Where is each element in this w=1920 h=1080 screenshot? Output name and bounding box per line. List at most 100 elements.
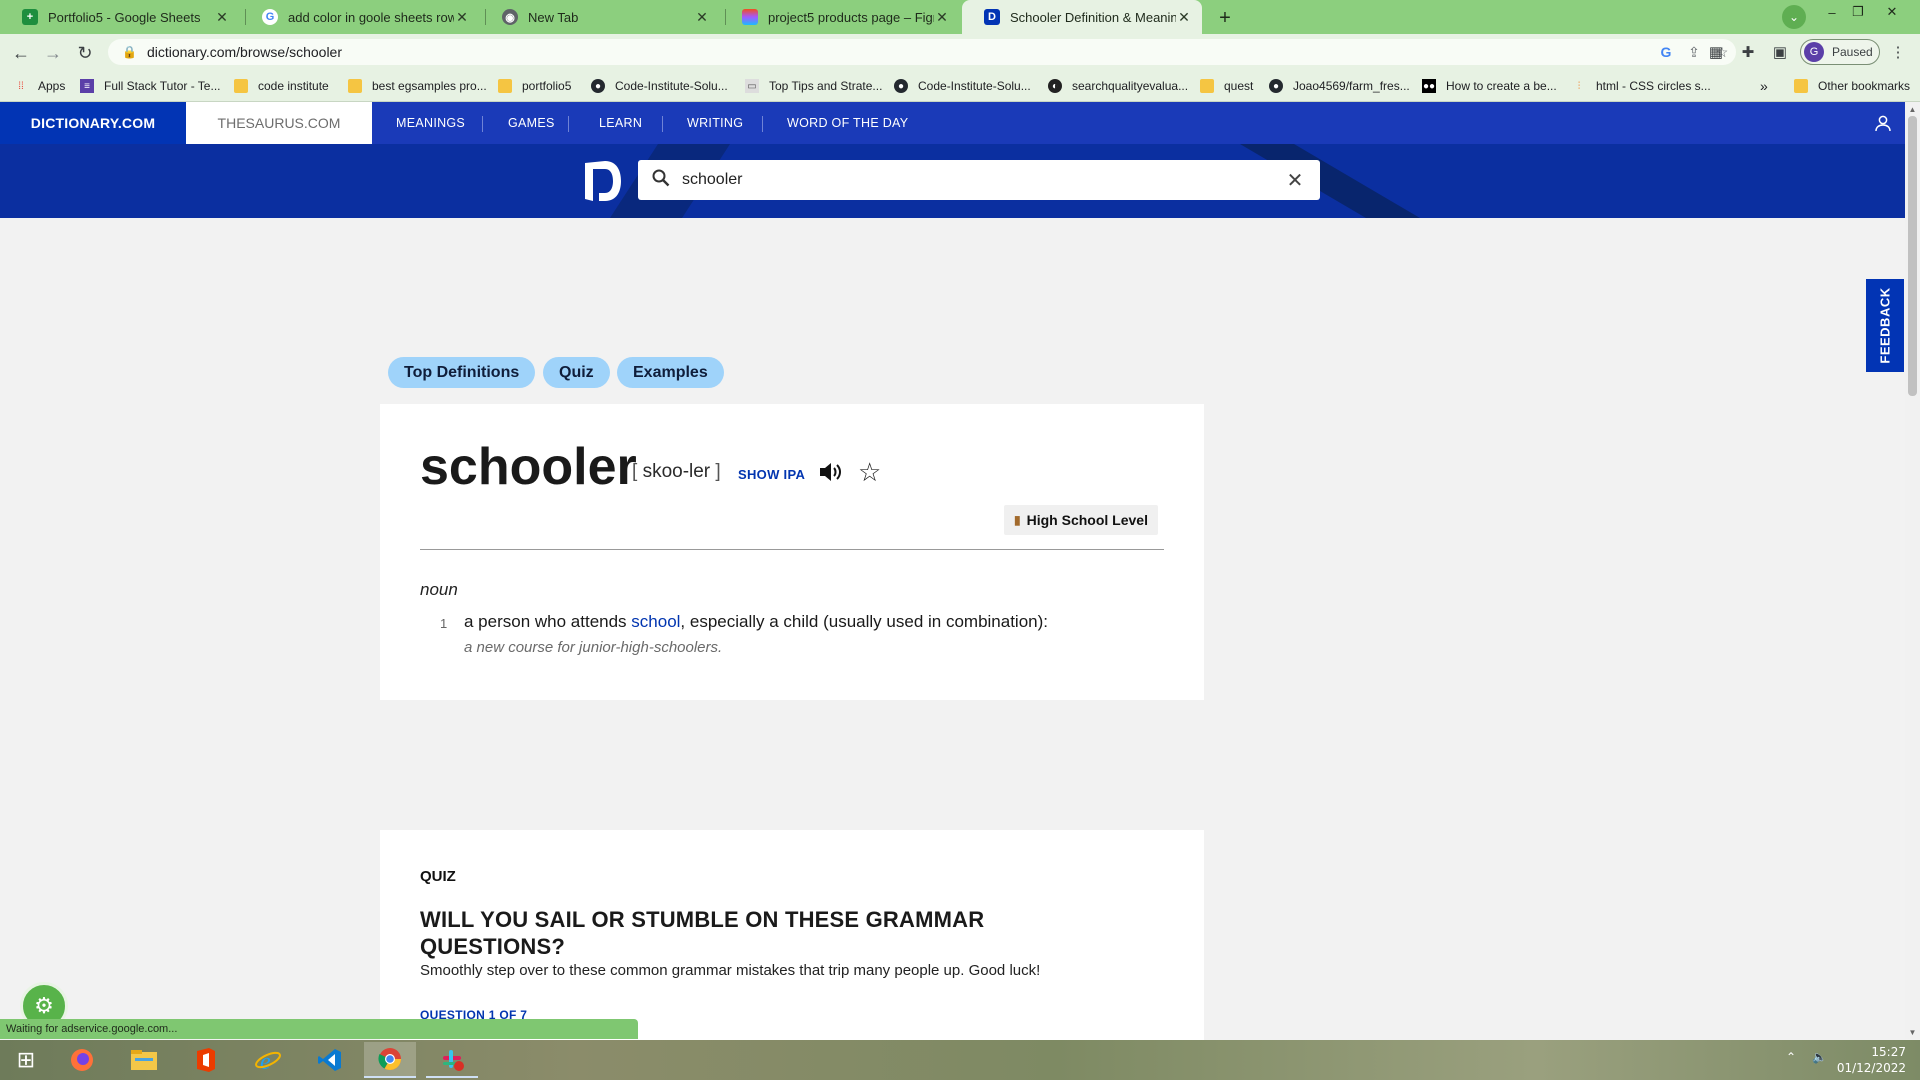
office-icon[interactable]: [180, 1042, 232, 1078]
speaker-audio-icon[interactable]: [818, 460, 844, 490]
tab-close-icon[interactable]: ✕: [934, 9, 950, 26]
file-explorer-icon[interactable]: [118, 1042, 170, 1078]
pill-examples[interactable]: Examples: [617, 357, 724, 388]
clock-time: 15:27: [1871, 1045, 1906, 1059]
puzzle-extensions-icon[interactable]: ✚: [1738, 42, 1758, 62]
volume-icon[interactable]: 🔈: [1812, 1050, 1827, 1064]
apps-grid-icon: ⁞⁞: [18, 80, 24, 92]
share-icon[interactable]: ⇪: [1680, 44, 1708, 61]
tab-new-tab[interactable]: ◉ New Tab ✕: [480, 0, 720, 34]
google-lens-icon[interactable]: G: [1652, 44, 1680, 60]
bookmark-code-institute-solu-1[interactable]: ● Code-Institute-Solu...: [591, 70, 728, 102]
bookmark-how-to-create[interactable]: ●● How to create a be...: [1422, 70, 1557, 102]
tab-google-search[interactable]: G add color in goole sheets row - G ✕: [240, 0, 480, 34]
profile-button[interactable]: G Paused: [1800, 39, 1880, 65]
menu-kebab-icon[interactable]: ⋮: [1888, 42, 1908, 62]
scrollbar-thumb[interactable]: [1908, 116, 1917, 396]
tab-close-icon[interactable]: ✕: [214, 9, 230, 26]
page-scrollbar[interactable]: ▲ ▼: [1905, 102, 1920, 1039]
tab-search-icon[interactable]: ⌄: [1782, 5, 1806, 29]
bookmark-quest[interactable]: quest: [1200, 70, 1253, 102]
bookmark-farm-fresh[interactable]: ● Joao4569/farm_fres...: [1269, 70, 1410, 102]
more-bookmarks-chevron-icon[interactable]: »: [1760, 70, 1768, 102]
dictionary-logo-link[interactable]: DICTIONARY.COM: [0, 102, 186, 144]
extension-icon[interactable]: ▦: [1706, 42, 1726, 62]
pill-top-definitions[interactable]: Top Definitions: [388, 357, 536, 388]
bookmark-portfolio5[interactable]: portfolio5: [498, 70, 571, 102]
clear-search-icon[interactable]: ✕: [1284, 168, 1306, 193]
bookmark-label: Code-Institute-Solu...: [918, 79, 1031, 93]
tab-title: Portfolio5 - Google Sheets: [48, 9, 201, 25]
chrome-taskbar-icon[interactable]: [364, 1042, 416, 1078]
thesaurus-link[interactable]: THESAURUS.COM: [186, 102, 372, 144]
bookmark-code-institute-solu-2[interactable]: ● Code-Institute-Solu...: [894, 70, 1031, 102]
tray-chevron-icon[interactable]: ⌃: [1786, 1050, 1796, 1064]
bookmark-label: How to create a be...: [1446, 79, 1557, 93]
bookmark-css-circles[interactable]: ⫶ html - CSS circles s...: [1572, 70, 1711, 102]
search-input[interactable]: [682, 171, 1284, 189]
slack-icon[interactable]: [426, 1042, 478, 1078]
browser-toolbar: ← → ↻ 🔒 dictionary.com/browse/schooler G…: [0, 34, 1920, 70]
close-window-icon[interactable]: ✕: [1878, 2, 1906, 22]
folder-icon: [348, 79, 362, 93]
user-account-icon[interactable]: [1873, 113, 1893, 133]
stackoverflow-icon: ⫶: [1577, 80, 1581, 92]
firefox-icon[interactable]: [56, 1042, 108, 1078]
bookmark-label: Other bookmarks: [1818, 79, 1911, 93]
search-bar[interactable]: ✕: [638, 160, 1320, 200]
nav-divider: [662, 116, 663, 132]
scroll-down-arrow-icon[interactable]: ▼: [1905, 1025, 1920, 1039]
forward-arrow-icon[interactable]: →: [40, 40, 66, 66]
bookmark-apps[interactable]: ⁞⁞ Apps: [14, 70, 65, 102]
windows-start-icon[interactable]: ⊞: [0, 1042, 52, 1078]
scroll-up-arrow-icon[interactable]: ▲: [1905, 102, 1920, 116]
bookmark-full-stack-tutor[interactable]: ≡ Full Stack Tutor - Te...: [80, 70, 220, 102]
folder-icon: [234, 79, 248, 93]
tab-portfolio5-sheets[interactable]: + Portfolio5 - Google Sheets ✕: [0, 0, 240, 34]
bookmark-searchquality[interactable]: ◐ searchqualityevalua...: [1048, 70, 1188, 102]
definition-text-start: a person who attends: [464, 612, 632, 631]
tab-figma[interactable]: project5 products page – Figma ✕: [720, 0, 960, 34]
bookmark-best-egsamples[interactable]: best egsamples pro...: [348, 70, 487, 102]
search-icon[interactable]: [652, 169, 670, 192]
favorite-star-icon[interactable]: ☆: [858, 457, 881, 488]
url-text[interactable]: dictionary.com/browse/schooler: [147, 44, 1652, 60]
restore-icon[interactable]: ❐: [1844, 2, 1872, 22]
level-label: High School Level: [1026, 512, 1148, 528]
svg-text:e: e: [260, 1049, 271, 1073]
school-link[interactable]: school: [631, 612, 680, 631]
feedback-tab[interactable]: FEEDBACK: [1866, 279, 1904, 372]
divider: [420, 549, 1164, 550]
nav-learn[interactable]: LEARN: [599, 102, 642, 144]
github-icon: ●: [1269, 79, 1283, 93]
nav-writing[interactable]: WRITING: [687, 102, 743, 144]
back-arrow-icon[interactable]: ←: [8, 40, 34, 66]
tab-close-icon[interactable]: ✕: [454, 9, 470, 26]
internet-explorer-icon[interactable]: e: [242, 1042, 294, 1078]
new-tab-button[interactable]: +: [1212, 5, 1238, 31]
nav-meanings[interactable]: MEANINGS: [396, 102, 465, 144]
reload-icon[interactable]: ↻: [72, 40, 98, 66]
tab-close-icon[interactable]: ✕: [1176, 9, 1192, 26]
vscode-icon[interactable]: [304, 1042, 356, 1078]
pill-quiz[interactable]: Quiz: [543, 357, 610, 388]
bookmark-code-institute[interactable]: code institute: [234, 70, 329, 102]
minimize-icon[interactable]: –: [1818, 2, 1846, 22]
nav-word-of-the-day[interactable]: WORD OF THE DAY: [787, 102, 908, 144]
difficulty-level-badge: ▮ High School Level: [1004, 505, 1158, 535]
clock-date: 01/12/2022: [1836, 1061, 1906, 1075]
tab-dictionary-active[interactable]: D Schooler Definition & Meaning | ✕: [962, 0, 1202, 34]
lock-icon[interactable]: 🔒: [122, 45, 137, 59]
dictionary-d-logo-icon[interactable]: [583, 159, 623, 203]
quiz-eyebrow: QUIZ: [420, 868, 456, 885]
side-panel-icon[interactable]: ▣: [1770, 42, 1790, 62]
nav-games[interactable]: GAMES: [508, 102, 555, 144]
bookmark-label: html - CSS circles s...: [1596, 79, 1711, 93]
quiz-card: QUIZ WILL YOU SAIL OR STUMBLE ON THESE G…: [380, 830, 1204, 1040]
address-bar[interactable]: 🔒 dictionary.com/browse/schooler G ⇪ ☆: [108, 39, 1736, 65]
bookmark-top-tips[interactable]: ▭ Top Tips and Strate...: [745, 70, 882, 102]
other-bookmarks[interactable]: Other bookmarks: [1794, 70, 1910, 102]
show-ipa-button[interactable]: SHOW IPA: [738, 467, 805, 482]
system-clock[interactable]: 15:27 01/12/2022: [1837, 1044, 1906, 1076]
tab-close-icon[interactable]: ✕: [694, 9, 710, 26]
